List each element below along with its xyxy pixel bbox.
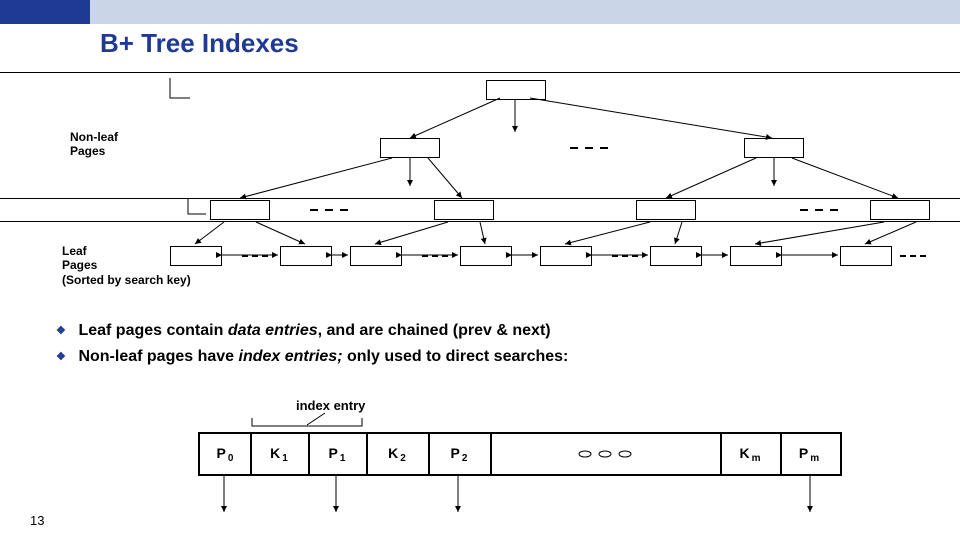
rule-under-title xyxy=(0,72,960,73)
slide-number: 13 xyxy=(30,513,44,528)
banner-strip xyxy=(90,0,960,24)
entry-cell: Pm xyxy=(780,434,838,474)
entry-cell: K2 xyxy=(366,434,430,474)
internal-node xyxy=(870,200,930,220)
banner-block xyxy=(0,0,90,24)
bullet-item: ❖ Non-leaf pages have index entries; onl… xyxy=(56,346,930,368)
btree-diagram: Non-leaf Pages Leaf Pages (Sorted by sea… xyxy=(0,74,960,294)
entry-cell: K1 xyxy=(250,434,310,474)
root-node xyxy=(486,80,546,100)
bullet-icon: ❖ xyxy=(56,350,74,365)
internal-node xyxy=(744,138,804,158)
internal-node xyxy=(434,200,494,220)
index-entry-box: P0 K1 P1 K2 P2 Km Pm xyxy=(198,432,842,476)
bullet-list: ❖ Leaf pages contain data entries, and a… xyxy=(56,320,930,373)
entry-cell-ellipsis xyxy=(490,434,722,474)
leaf-node xyxy=(840,246,892,266)
internal-node xyxy=(210,200,270,220)
bullet-icon: ❖ xyxy=(56,324,74,339)
entry-cell: P1 xyxy=(308,434,368,474)
slide-title: B+ Tree Indexes xyxy=(100,28,299,59)
leaf-node xyxy=(280,246,332,266)
leaf-node xyxy=(730,246,782,266)
entry-cell: P2 xyxy=(428,434,492,474)
leaf-node xyxy=(650,246,702,266)
entry-cell: P0 xyxy=(200,434,252,474)
index-entry-label: index entry xyxy=(296,398,365,413)
internal-node xyxy=(380,138,440,158)
internal-node xyxy=(636,200,696,220)
leaf-label: Leaf Pages (Sorted by search key) xyxy=(62,244,212,287)
leaf-node xyxy=(460,246,512,266)
leaf-node xyxy=(540,246,592,266)
entry-cell: Km xyxy=(720,434,782,474)
leaf-node xyxy=(350,246,402,266)
bullet-item: ❖ Leaf pages contain data entries, and a… xyxy=(56,320,930,342)
nonleaf-label: Non-leaf Pages xyxy=(70,130,118,158)
